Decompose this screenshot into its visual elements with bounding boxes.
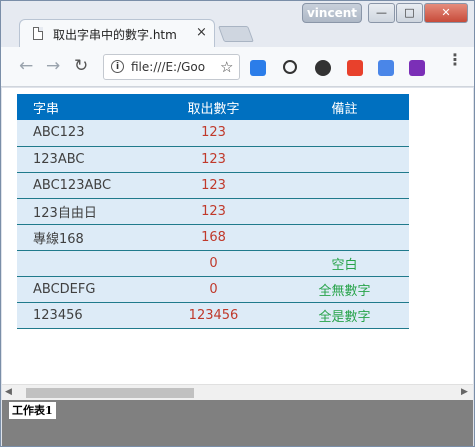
cell-number: 123 (147, 198, 280, 225)
table-row: ABC123 123 (17, 120, 409, 147)
browser-window: 取出字串中的數字.htm × vincent — □ ✕ ← → ↻ i fil… (0, 0, 475, 447)
horizontal-scrollbar[interactable]: ◀ ▶ (2, 384, 473, 400)
maximize-button[interactable]: □ (396, 3, 423, 23)
cell-note (280, 224, 409, 251)
cell-note: 全是數字 (280, 302, 409, 329)
evernote-icon[interactable] (315, 60, 331, 76)
cell-string: ABC123 (17, 120, 147, 147)
cell-number: 123 (147, 172, 280, 199)
cell-string: 123ABC (17, 146, 147, 173)
table-row: ABC123ABC 123 (17, 172, 409, 199)
cell-number: 0 (147, 276, 280, 303)
browser-tab[interactable]: 取出字串中的數字.htm × (19, 19, 215, 47)
title-bar: 取出字串中的數字.htm × vincent — □ ✕ (1, 1, 474, 47)
tab-title: 取出字串中的數字.htm (53, 28, 177, 42)
cell-string: 123456 (17, 302, 147, 329)
table-row: 專線168 168 (17, 224, 409, 251)
browser-toolbar: ← → ↻ i file:///E:/Goo ☆ ⋮ (1, 47, 474, 87)
cell-string: ABCDEFG (17, 276, 147, 303)
cell-note (280, 172, 409, 199)
cell-number: 123 (147, 146, 280, 173)
scroll-right-icon[interactable]: ▶ (461, 387, 468, 397)
translate-icon[interactable] (378, 60, 394, 76)
cell-note (280, 198, 409, 225)
cell-number: 168 (147, 224, 280, 251)
document-icon (33, 27, 43, 40)
forward-button[interactable]: → (46, 56, 60, 76)
page-content: 字串 取出數字 備註 ABC123 123 123ABC 123 ABC123A (2, 88, 473, 384)
flipboard-icon[interactable] (347, 60, 363, 76)
cell-note (280, 146, 409, 173)
table-row: 123456 123456 全是數字 (17, 302, 409, 329)
new-tab-button[interactable] (218, 26, 254, 42)
cell-string (17, 250, 147, 277)
header-string: 字串 (17, 94, 147, 120)
cell-note (280, 120, 409, 147)
scroll-left-icon[interactable]: ◀ (5, 387, 12, 397)
table-header-row: 字串 取出數字 備註 (17, 94, 409, 120)
close-window-button[interactable]: ✕ (424, 3, 468, 23)
header-note: 備註 (280, 94, 409, 120)
reload-button[interactable]: ↻ (74, 56, 88, 76)
cell-number: 123 (147, 120, 280, 147)
table-row: 123ABC 123 (17, 146, 409, 173)
browser-menu-button[interactable]: ⋮ (447, 52, 463, 68)
cell-note: 全無數字 (280, 276, 409, 303)
tasks-icon[interactable] (250, 60, 266, 76)
bookmark-star-icon[interactable]: ☆ (220, 58, 233, 76)
tab-close-button[interactable]: × (196, 25, 207, 40)
cell-number: 123456 (147, 302, 280, 329)
back-button[interactable]: ← (19, 56, 33, 76)
scrollbar-thumb[interactable] (26, 388, 194, 398)
sheet-tab[interactable]: 工作表1 (9, 402, 56, 419)
minimize-button[interactable]: — (368, 3, 395, 23)
table-row: ABCDEFG 0 全無數字 (17, 276, 409, 303)
cell-note: 空白 (280, 250, 409, 277)
cell-string: ABC123ABC (17, 172, 147, 199)
table-row: 0 空白 (17, 250, 409, 277)
info-icon[interactable]: i (111, 60, 124, 73)
url-text[interactable]: file:///E:/Goo (131, 60, 215, 74)
cell-string: 123自由日 (17, 198, 147, 225)
address-bar[interactable]: i file:///E:/Goo ☆ (103, 54, 240, 80)
onenote-icon[interactable] (409, 60, 425, 76)
header-extracted-number: 取出數字 (147, 94, 280, 120)
table-row: 123自由日 123 (17, 198, 409, 225)
eyedropper-icon[interactable] (283, 60, 297, 74)
profile-button[interactable]: vincent (302, 3, 362, 23)
sheet-tab-bar: 工作表1 (2, 400, 473, 446)
cell-string: 專線168 (17, 224, 147, 251)
data-table: 字串 取出數字 備註 ABC123 123 123ABC 123 ABC123A (17, 94, 409, 329)
cell-number: 0 (147, 250, 280, 277)
